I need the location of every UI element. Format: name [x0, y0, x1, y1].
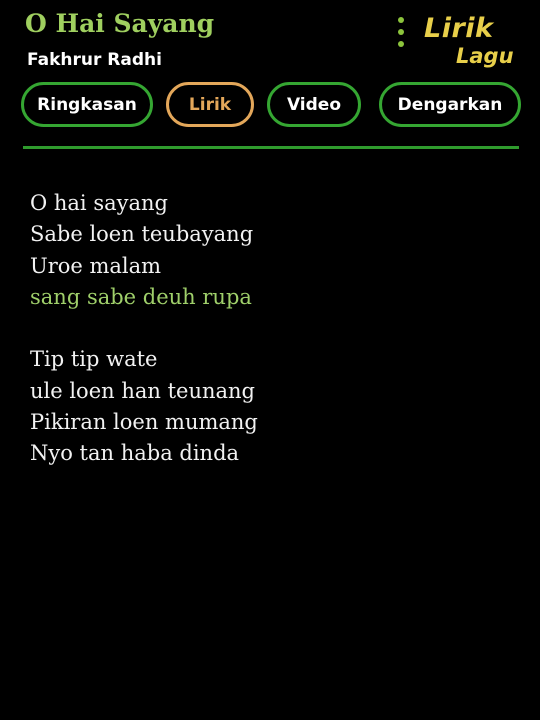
logo-text-line1: Lirik — [424, 13, 494, 44]
lirik-lagu-logo[interactable]: Lirik Lagu — [422, 13, 522, 73]
lyric-line: Tip tip wate — [30, 347, 158, 372]
lyrics-panel: O hai sayang Sabe loen teubayang Uroe ma… — [30, 188, 510, 470]
lyric-line-current: sang sabe deuh rupa — [30, 284, 252, 309]
lyrics-stanza: O hai sayang Sabe loen teubayang Uroe ma… — [30, 188, 510, 313]
logo-text-line2: Lagu — [456, 44, 514, 68]
tab-ringkasan[interactable]: Ringkasan — [21, 82, 153, 127]
app-header: O Hai Sayang Fakhrur Radhi Lirik Lagu — [0, 0, 540, 80]
lyric-line: Nyo tan haba dinda — [30, 441, 240, 466]
header-divider — [23, 146, 519, 149]
tab-lirik[interactable]: Lirik — [166, 82, 254, 127]
artist-name[interactable]: Fakhrur Radhi — [27, 50, 162, 70]
lyric-line: Pikiran loen mumang — [30, 410, 258, 435]
lyrics-stanza: Tip tip wate ule loen han teunang Pikira… — [30, 344, 510, 469]
lyric-line: Uroe malam — [30, 253, 162, 278]
menu-dot — [398, 29, 404, 35]
more-vertical-icon[interactable] — [394, 17, 408, 47]
lyric-line: O hai sayang — [30, 191, 168, 215]
menu-dot — [398, 17, 404, 23]
lyric-line: ule loen han teunang — [30, 378, 255, 403]
song-title: O Hai Sayang — [25, 9, 215, 38]
menu-dot — [398, 41, 404, 47]
lyric-line: Sabe loen teubayang — [30, 222, 254, 247]
tab-video[interactable]: Video — [267, 82, 361, 127]
tab-dengarkan[interactable]: Dengarkan — [379, 82, 521, 127]
